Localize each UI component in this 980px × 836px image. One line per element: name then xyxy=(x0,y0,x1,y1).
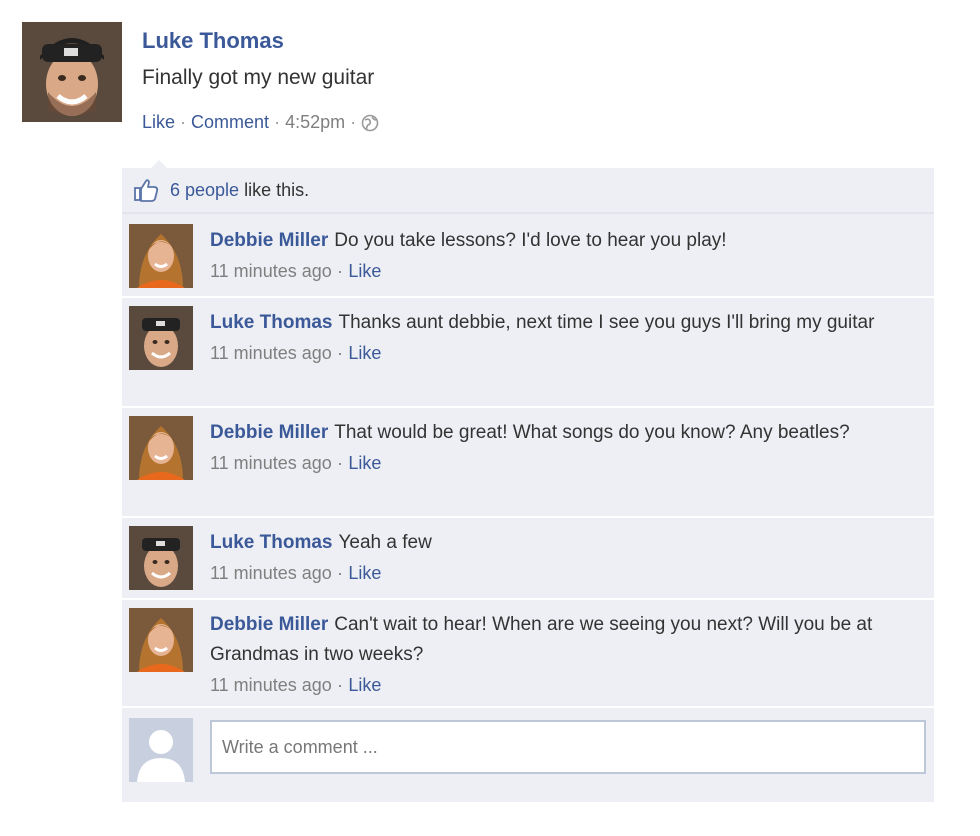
comment-body: Luke Thomas Yeah a few 11 minutes ago · L… xyxy=(210,528,920,589)
default-avatar-icon xyxy=(129,718,193,782)
comment-body: Debbie Miller Do you take lessons? I'd lo… xyxy=(210,226,920,287)
comment-link[interactable]: Comment xyxy=(191,112,269,133)
comment-author[interactable]: Debbie Miller xyxy=(210,230,328,251)
comment-author[interactable]: Luke Thomas xyxy=(210,532,332,553)
separator: · xyxy=(337,343,344,363)
author-avatar[interactable] xyxy=(22,22,122,122)
separator: · xyxy=(350,112,357,132)
commenter-avatar[interactable] xyxy=(129,224,193,288)
post-actions: Like · Comment · 4:52pm · xyxy=(142,112,379,133)
separator: · xyxy=(337,675,344,695)
comment-like-link[interactable]: Like xyxy=(348,675,381,695)
comment-time[interactable]: 11 minutes ago xyxy=(210,563,332,583)
post-author-name[interactable]: Luke Thomas xyxy=(142,28,284,54)
comment-item: Luke Thomas Thanks aunt debbie, next time… xyxy=(122,298,934,408)
comment-body: Debbie Miller Can't wait to hear! When ar… xyxy=(210,610,920,701)
comment-text: Thanks aunt debbie, next time I see you … xyxy=(338,312,875,333)
post-text: Finally got my new guitar xyxy=(142,66,375,89)
comment-item: Luke Thomas Yeah a few 11 minutes ago · L… xyxy=(122,518,934,600)
comments-panel: 6 people like this. Debbie Miller Do you … xyxy=(122,168,934,802)
comment-like-link[interactable]: Like xyxy=(348,261,381,281)
globe-icon[interactable] xyxy=(361,114,379,132)
commenter-avatar[interactable] xyxy=(129,416,193,480)
likes-suffix: like this. xyxy=(244,179,310,200)
likes-summary: 6 people like this. xyxy=(122,168,934,214)
comment-time[interactable]: 11 minutes ago xyxy=(210,675,332,695)
comment-item: Debbie Miller Can't wait to hear! When ar… xyxy=(122,600,934,708)
post-timestamp[interactable]: 4:52pm xyxy=(285,112,345,133)
likes-count-link[interactable]: 6 people xyxy=(170,180,239,201)
thumbs-up-icon xyxy=(132,176,160,204)
like-link[interactable]: Like xyxy=(142,112,175,133)
separator: · xyxy=(337,261,344,281)
separator: · xyxy=(337,453,344,473)
comment-item: Debbie Miller That would be great! What s… xyxy=(122,408,934,518)
comment-composer xyxy=(122,708,934,802)
comment-time[interactable]: 11 minutes ago xyxy=(210,261,332,281)
comment-author[interactable]: Debbie Miller xyxy=(210,614,328,635)
commenter-avatar[interactable] xyxy=(129,306,193,370)
separator: · xyxy=(274,112,281,132)
comment-text: Yeah a few xyxy=(338,532,432,553)
comment-item: Debbie Miller Do you take lessons? I'd lo… xyxy=(122,216,934,298)
comment-time[interactable]: 11 minutes ago xyxy=(210,453,332,473)
comment-author[interactable]: Luke Thomas xyxy=(210,312,332,333)
comment-body: Debbie Miller That would be great! What s… xyxy=(210,418,920,479)
feed-story: Luke Thomas Finally got my new guitar Li… xyxy=(0,0,980,836)
separator: · xyxy=(180,112,187,132)
comment-input[interactable] xyxy=(210,720,926,774)
commenter-avatar[interactable] xyxy=(129,526,193,590)
comment-like-link[interactable]: Like xyxy=(348,343,381,363)
comment-body: Luke Thomas Thanks aunt debbie, next time… xyxy=(210,308,920,369)
comment-time[interactable]: 11 minutes ago xyxy=(210,343,332,363)
comment-text: Do you take lessons? I'd love to hear yo… xyxy=(334,230,727,251)
separator: · xyxy=(337,563,344,583)
comment-text: That would be great! What songs do you k… xyxy=(334,422,850,443)
comment-author[interactable]: Debbie Miller xyxy=(210,422,328,443)
comment-like-link[interactable]: Like xyxy=(348,453,381,473)
comment-like-link[interactable]: Like xyxy=(348,563,381,583)
commenter-avatar[interactable] xyxy=(129,608,193,672)
